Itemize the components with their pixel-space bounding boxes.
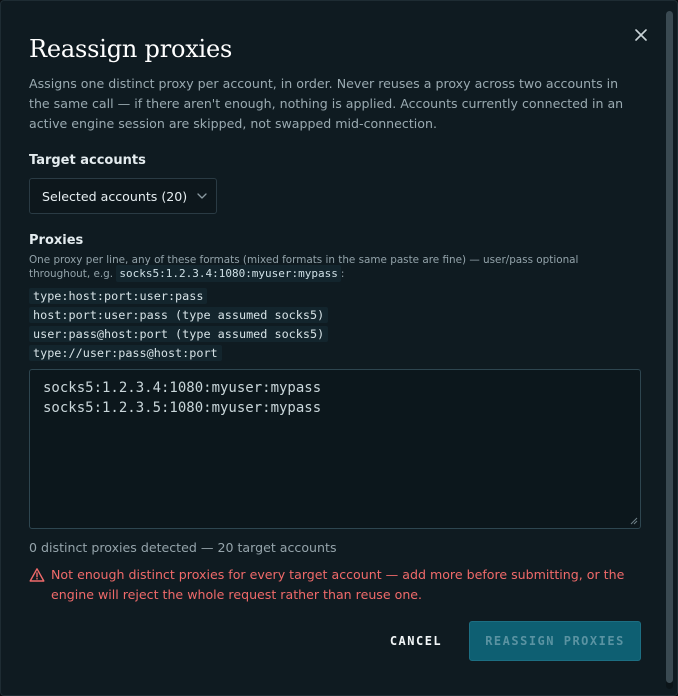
warning-icon	[29, 568, 45, 582]
proxy-format-list: type:host:port:user:pass host:port:user:…	[29, 288, 329, 364]
hint-example: socks5:1.2.3.4:1080:myuser:mypass	[116, 265, 341, 282]
cancel-button[interactable]: CANCEL	[377, 621, 455, 661]
format-line: type:host:port:user:pass	[29, 288, 328, 305]
format-code: user:pass@host:port (type assumed socks5…	[29, 326, 329, 342]
chevron-down-icon	[197, 193, 207, 199]
scrollbar[interactable]	[666, 11, 673, 689]
warning-text: Not enough distinct proxies for every ta…	[51, 567, 625, 602]
hint-suffix: :	[340, 268, 345, 280]
resize-grip-icon[interactable]	[630, 517, 638, 525]
format-line: user:pass@host:port (type assumed socks5…	[29, 326, 329, 343]
target-accounts-label: Target accounts	[29, 153, 146, 168]
format-line: host:port:user:pass (type assumed socks5…	[29, 307, 329, 324]
dialog-description: Assigns one distinct proxy per account, …	[29, 76, 624, 131]
insufficient-proxies-warning: Not enough distinct proxies for every ta…	[29, 565, 649, 605]
target-accounts-selected: Selected accounts (20)	[42, 188, 188, 204]
proxy-count-status: 0 distinct proxies detected — 20 target …	[29, 540, 337, 555]
close-button[interactable]	[631, 25, 651, 45]
proxies-format-hint: One proxy per line, any of these formats…	[29, 253, 639, 282]
target-accounts-select[interactable]: Selected accounts (20)	[29, 178, 217, 214]
proxies-label: Proxies	[29, 233, 84, 248]
reassign-proxies-dialog: Reassign proxies Assigns one distinct pr…	[0, 0, 678, 696]
format-code: type://user:pass@host:port	[29, 345, 222, 361]
proxies-textarea[interactable]: socks5:1.2.3.4:1080:myuser:mypass socks5…	[29, 369, 641, 529]
format-code: type:host:port:user:pass	[29, 288, 208, 304]
format-line: type://user:pass@host:port	[29, 345, 328, 362]
close-icon	[635, 29, 647, 41]
format-code: host:port:user:pass (type assumed socks5…	[29, 307, 329, 323]
dialog-title: Reassign proxies	[29, 35, 233, 63]
reassign-proxies-button[interactable]: REASSIGN PROXIES	[469, 621, 641, 661]
scrollbar-thumb[interactable]	[666, 11, 673, 683]
